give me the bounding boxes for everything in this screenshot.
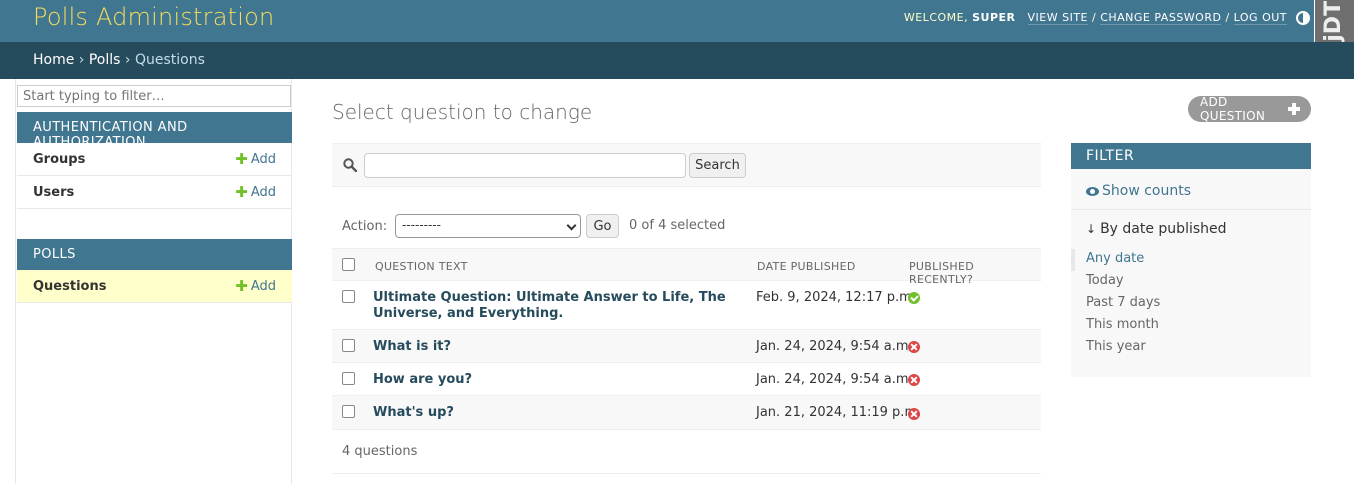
site-header: Polls Administration Welcome, super View… [0, 0, 1354, 42]
down-arrow-icon: ↓ [1086, 222, 1097, 236]
table-header: Question text Date published Published r… [332, 248, 1041, 286]
search-input[interactable] [364, 153, 686, 178]
filter-heading-label: By date published [1100, 221, 1227, 237]
filter-title: Filter [1071, 143, 1311, 169]
plus-icon: ✚ [235, 182, 248, 201]
show-counts-label: Show counts [1102, 183, 1192, 199]
change-password-link[interactable]: Change password [1100, 11, 1222, 25]
add-label: Add [250, 151, 276, 167]
date-published: Jan. 24, 2024, 9:54 a.m. [756, 339, 913, 354]
breadcrumb-home[interactable]: Home [33, 52, 74, 68]
site-name[interactable]: Polls Administration [33, 3, 274, 31]
username: super [972, 11, 1016, 24]
action-label: Action: [342, 219, 388, 234]
column-header-question-text[interactable]: Question text [375, 260, 468, 273]
show-counts-link[interactable]: Show counts [1086, 183, 1191, 199]
x-circle-icon [908, 374, 920, 386]
module-caption-auth[interactable]: Authentication and Authorization [17, 112, 292, 150]
filter-option-past-7-days[interactable]: Past 7 days [1086, 295, 1160, 310]
action-select-value: --------- [402, 218, 441, 232]
selected-count: 0 of 4 selected [629, 218, 726, 233]
question-link[interactable]: How are you? [373, 372, 472, 388]
table-row: What's up? Jan. 21, 2024, 11:19 p.m. [332, 396, 1041, 430]
question-link[interactable]: What is it? [373, 339, 451, 355]
breadcrumb-app[interactable]: Polls [89, 52, 121, 68]
add-users-link[interactable]: ✚ Add [235, 182, 276, 201]
plus-icon: ✚ [235, 276, 248, 295]
question-link[interactable]: What's up? [373, 405, 454, 421]
plus-icon [1288, 103, 1300, 115]
paginator: 4 questions [332, 430, 1041, 474]
sidebar-item-questions: Questions ✚ Add [17, 270, 292, 303]
search-button[interactable]: Search [689, 153, 746, 178]
row-checkbox[interactable] [342, 339, 355, 352]
filter-option-this-month[interactable]: This month [1086, 317, 1159, 332]
eye-icon [1086, 186, 1099, 196]
model-link-questions[interactable]: Questions [33, 279, 235, 294]
plus-icon: ✚ [235, 149, 248, 168]
theme-toggle-icon[interactable] [1296, 11, 1310, 25]
sidebar-item-groups: Groups ✚ Add [17, 143, 292, 176]
welcome-text: Welcome, [903, 11, 973, 24]
filter-option-today[interactable]: Today [1086, 273, 1124, 288]
breadcrumb: Home › Polls › Questions [0, 42, 1354, 79]
add-questions-link[interactable]: ✚ Add [235, 276, 276, 295]
sidebar-item-users: Users ✚ Add [17, 176, 292, 209]
actions-bar: Action: --------- Go 0 of 4 selected [332, 210, 1041, 242]
action-select[interactable]: --------- [395, 214, 581, 238]
nav-sidebar: Authentication and Authorization Groups … [15, 79, 292, 484]
breadcrumb-separator: › [78, 52, 85, 68]
filter-option-any-date[interactable]: Any date [1086, 251, 1144, 266]
add-groups-link[interactable]: ✚ Add [235, 149, 276, 168]
row-checkbox[interactable] [342, 405, 355, 418]
filter-heading[interactable]: ↓ By date published [1086, 221, 1227, 237]
log-out-link[interactable]: Log out [1233, 11, 1287, 25]
selected-option-marker [1071, 249, 1075, 271]
column-header-date-published[interactable]: Date published [757, 260, 856, 273]
separator: / [1221, 11, 1234, 24]
row-checkbox[interactable] [342, 290, 355, 303]
chevron-down-icon [566, 220, 577, 231]
search-toolbar: Search [332, 143, 1041, 187]
check-circle-icon [908, 292, 920, 304]
x-circle-icon [908, 408, 920, 420]
changelist-filter: Filter Show counts ↓ By date published A… [1071, 143, 1311, 377]
separator: / [1088, 11, 1101, 24]
table-row: How are you? Jan. 24, 2024, 9:54 a.m. [332, 363, 1041, 396]
breadcrumb-current: Questions [134, 52, 205, 68]
date-published: Jan. 21, 2024, 11:19 p.m. [756, 405, 922, 420]
divider [1071, 209, 1311, 210]
date-published: Feb. 9, 2024, 12:17 p.m. [756, 290, 916, 305]
question-link[interactable]: Ultimate Question: Ultimate Answer to Li… [373, 290, 733, 322]
add-question-label: Add question [1200, 95, 1266, 123]
go-button[interactable]: Go [586, 214, 619, 238]
table-row: Ultimate Question: Ultimate Answer to Li… [332, 281, 1041, 330]
model-link-groups[interactable]: Groups [33, 152, 235, 167]
row-checkbox[interactable] [342, 372, 355, 385]
add-question-button[interactable]: Add question [1188, 95, 1311, 123]
add-label: Add [250, 278, 276, 294]
module-caption-polls[interactable]: Polls [17, 239, 292, 270]
model-link-users[interactable]: Users [33, 185, 235, 200]
table-row: What is it? Jan. 24, 2024, 9:54 a.m. [332, 330, 1041, 363]
search-icon [343, 158, 357, 172]
date-published: Jan. 24, 2024, 9:54 a.m. [756, 372, 913, 387]
add-label: Add [250, 184, 276, 200]
page-title: Select question to change [332, 100, 593, 124]
user-tools: Welcome, super View site / Change passwo… [903, 11, 1287, 25]
view-site-link[interactable]: View site [1027, 11, 1088, 25]
result-table: Question text Date published Published r… [332, 248, 1041, 430]
select-all-checkbox[interactable] [342, 258, 355, 271]
filter-option-this-year[interactable]: This year [1086, 339, 1146, 354]
nav-filter-input[interactable] [17, 85, 291, 107]
breadcrumb-separator: › [124, 52, 131, 68]
x-circle-icon [908, 341, 920, 353]
